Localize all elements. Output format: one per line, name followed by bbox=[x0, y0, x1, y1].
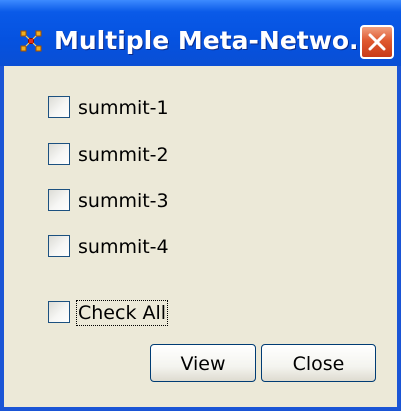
checkbox-summit-3[interactable] bbox=[48, 189, 70, 211]
checkbox-summit-2[interactable] bbox=[48, 143, 70, 165]
check-all-checkbox[interactable] bbox=[48, 301, 70, 323]
close-button[interactable]: Close bbox=[261, 344, 376, 382]
dialog-content: summit-1 summit-2 summit-3 summit-4 Chec… bbox=[4, 66, 397, 407]
window-close-button[interactable] bbox=[360, 25, 394, 59]
window-title: Multiple Meta-Netwo... bbox=[54, 26, 378, 55]
check-all-label: Check All bbox=[75, 300, 169, 326]
dialog-window: Multiple Meta-Netwo... summit-1 summit-2… bbox=[0, 0, 401, 411]
checkbox-label: summit-4 bbox=[78, 236, 169, 258]
close-icon bbox=[368, 33, 386, 51]
title-bar[interactable]: Multiple Meta-Netwo... bbox=[0, 0, 401, 66]
checkbox-label: summit-3 bbox=[78, 190, 169, 212]
ora-network-icon bbox=[20, 30, 42, 52]
checkbox-label: summit-2 bbox=[78, 144, 169, 166]
view-button[interactable]: View bbox=[150, 344, 256, 382]
checkbox-summit-4[interactable] bbox=[48, 235, 70, 257]
checkbox-summit-1[interactable] bbox=[48, 96, 70, 118]
checkbox-label: summit-1 bbox=[78, 97, 169, 119]
